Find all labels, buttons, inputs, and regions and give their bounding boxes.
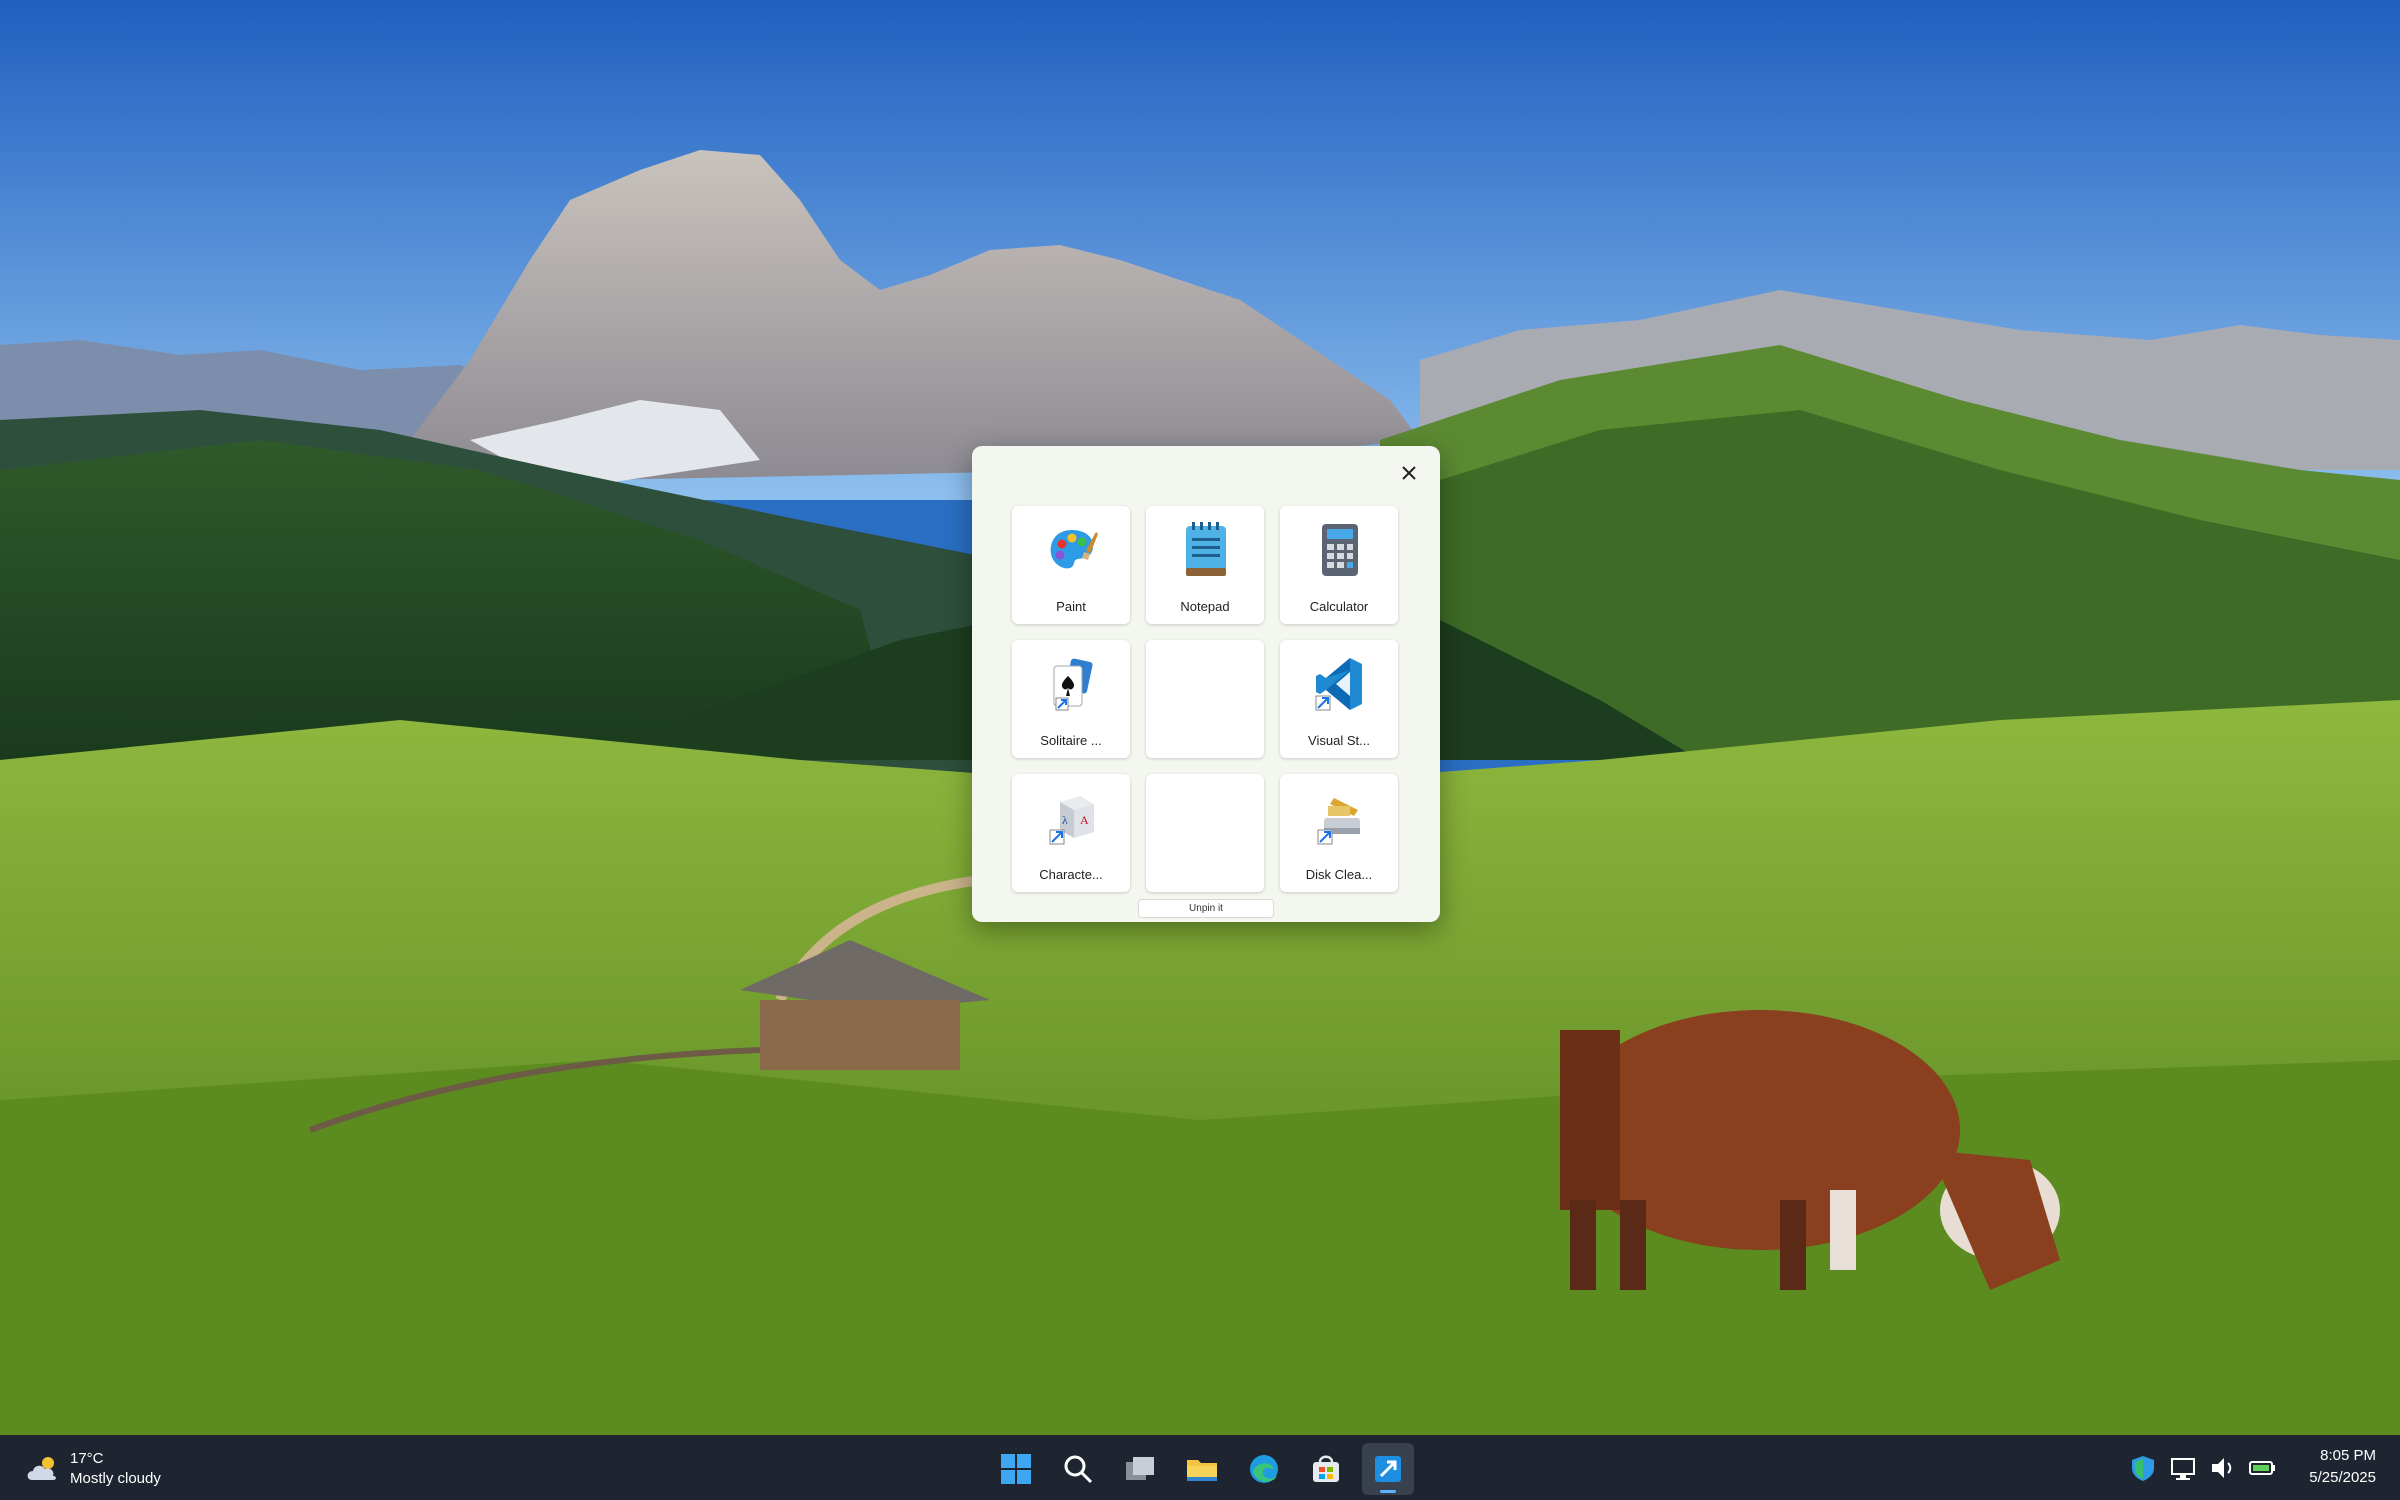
app-label: Calculator: [1309, 599, 1369, 614]
vscode-icon: [1314, 654, 1366, 714]
solitaire-icon: [1046, 654, 1098, 714]
app-tile-paint[interactable]: Paint: [1012, 506, 1130, 624]
system-tray: [2128, 1453, 2288, 1483]
disk-cleanup-icon: [1314, 788, 1366, 848]
clock-time: 8:05 PM: [2320, 1447, 2376, 1464]
search-icon[interactable]: [1052, 1443, 1104, 1495]
clock-date: 5/25/2025: [2309, 1469, 2376, 1486]
app-tile-empty[interactable]: [1146, 774, 1264, 892]
app-tile-character-map[interactable]: λ A Characte...: [1012, 774, 1130, 892]
app-label: Characte...: [1039, 867, 1103, 882]
app-tile-visual-studio[interactable]: Visual St...: [1280, 640, 1398, 758]
svg-text:λ: λ: [1062, 813, 1068, 827]
taskbar-apps: [990, 1443, 1424, 1495]
character-map-icon: λ A: [1046, 788, 1098, 848]
edge-icon[interactable]: [1238, 1443, 1290, 1495]
weather-widget[interactable]: 17°C Mostly cloudy: [24, 1447, 161, 1491]
start-icon[interactable]: [990, 1443, 1042, 1495]
pinned-launcher-icon[interactable]: [1362, 1443, 1414, 1495]
app-label: Solitaire ...: [1040, 733, 1102, 748]
app-label: Visual St...: [1308, 733, 1370, 748]
app-grid: Paint Notepad Calculator Solitaire ... V…: [1012, 506, 1398, 892]
store-icon[interactable]: [1300, 1443, 1352, 1495]
app-tile-disk-cleanup[interactable]: Disk Clea...: [1280, 774, 1398, 892]
app-label: Paint: [1056, 599, 1086, 614]
system-clock[interactable]: 8:05 PM 5/25/2025: [2309, 1445, 2376, 1489]
notepad-icon: [1180, 520, 1232, 580]
app-label: Notepad: [1180, 599, 1230, 614]
task-view-icon[interactable]: [1114, 1443, 1166, 1495]
app-tile-solitaire[interactable]: Solitaire ...: [1012, 640, 1130, 758]
battery-icon[interactable]: [2248, 1453, 2278, 1483]
cloud-icon: [27, 1457, 56, 1480]
security-icon[interactable]: [2128, 1453, 2158, 1483]
app-tile-calculator[interactable]: Calculator: [1280, 506, 1398, 624]
pinned-apps-panel: Paint Notepad Calculator Solitaire ... V…: [972, 446, 1440, 922]
app-label: Disk Clea...: [1305, 867, 1373, 882]
paint-icon: [1046, 520, 1098, 580]
weather-condition: Mostly cloudy: [70, 1470, 161, 1487]
file-explorer-icon[interactable]: [1176, 1443, 1228, 1495]
svg-text:A: A: [1080, 813, 1089, 827]
unpin-button[interactable]: Unpin it: [1138, 899, 1274, 918]
close-icon[interactable]: [1392, 456, 1426, 490]
calculator-icon: [1314, 520, 1366, 580]
weather-temperature: 17°C: [70, 1450, 104, 1467]
volume-icon[interactable]: [2208, 1453, 2238, 1483]
taskbar: 17°C Mostly cloudy 8:05 PM 5/25/2025: [0, 1435, 2400, 1500]
app-tile-empty[interactable]: [1146, 640, 1264, 758]
network-icon[interactable]: [2168, 1453, 2198, 1483]
app-tile-notepad[interactable]: Notepad: [1146, 506, 1264, 624]
